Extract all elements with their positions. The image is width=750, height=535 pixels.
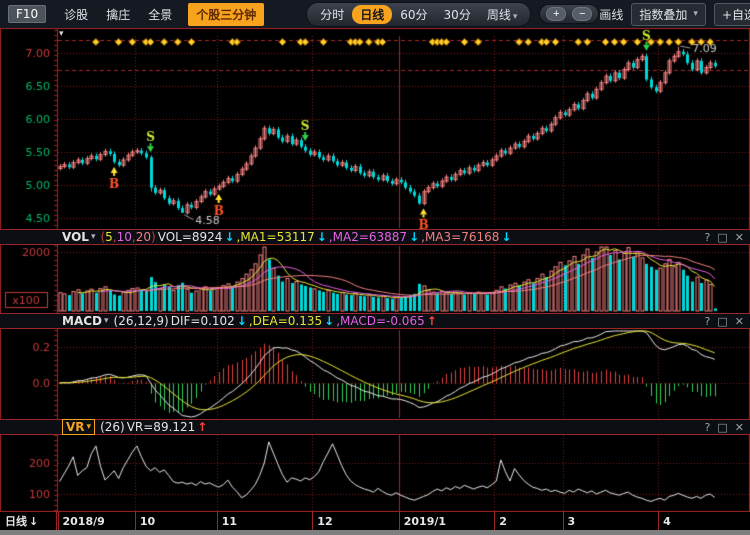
period-30min[interactable]: 30分 bbox=[436, 5, 479, 24]
maximize-icon[interactable]: □ bbox=[717, 421, 727, 434]
add-watchlist-label: +自选 bbox=[722, 6, 750, 23]
close-icon[interactable]: ✕ bbox=[735, 421, 744, 434]
tab-catch-banker[interactable]: 擒庄 bbox=[106, 6, 130, 23]
indicator-value: ,MA1=53117 bbox=[237, 230, 315, 244]
top-toolbar: F10 诊股 擒庄 全景 个股三分钟 分时 日线 60分 30分 周线▾ + −… bbox=[0, 0, 750, 28]
vr-panel-header: VR▾ (26) VR=89.121↑ ? □ ✕ bbox=[0, 419, 750, 435]
tab-diagnose-stock[interactable]: 诊股 bbox=[64, 6, 88, 23]
volume-params: (5,10,20) bbox=[100, 230, 155, 244]
period-weekly[interactable]: 周线▾ bbox=[479, 5, 526, 24]
help-icon[interactable]: ? bbox=[705, 231, 711, 244]
macd-title: MACD bbox=[62, 314, 102, 328]
trend-arrow-icon: ↑ bbox=[427, 314, 437, 328]
zoom-controls: + − bbox=[539, 4, 599, 24]
chart-canvas[interactable] bbox=[0, 28, 750, 512]
vr-indicator-dropdown[interactable]: VR▾ bbox=[62, 419, 95, 435]
index-overlay-button[interactable]: 指数叠加 ▾ bbox=[631, 3, 706, 26]
chevron-down-icon: ▾ bbox=[513, 12, 518, 22]
month-labels: 2018/9 10 11 12 2019/1 2 3 4 bbox=[57, 512, 750, 530]
trend-arrow-icon: ↓ bbox=[501, 230, 511, 244]
x-axis-label: 3 bbox=[563, 512, 576, 530]
trend-arrow-icon: ↓ bbox=[224, 230, 234, 244]
zoom-in-button[interactable]: + bbox=[546, 7, 566, 21]
time-axis: 日线↓ 2018/9 10 11 12 2019/1 2 3 4 bbox=[0, 512, 750, 530]
zoom-out-button[interactable]: − bbox=[572, 7, 592, 21]
volume-indicator-dropdown[interactable]: VOL▾ bbox=[62, 230, 95, 244]
indicator-value: ,MACD=-0.065 bbox=[336, 314, 425, 328]
stock-chart-app: F10 诊股 擒庄 全景 个股三分钟 分时 日线 60分 30分 周线▾ + −… bbox=[0, 0, 750, 535]
f10-button[interactable]: F10 bbox=[8, 5, 46, 23]
period-daily[interactable]: 日线 bbox=[352, 5, 392, 24]
x-axis-label: 10 bbox=[135, 512, 155, 530]
macd-params: (26,12,9) bbox=[114, 314, 169, 328]
x-axis-label: 4 bbox=[658, 512, 671, 530]
x-axis-label: 2 bbox=[494, 512, 507, 530]
add-watchlist-button[interactable]: +自选▾ bbox=[714, 3, 750, 26]
macd-values: DIF=0.102↓,DEA=0.135↓,MACD=-0.065↑ bbox=[169, 314, 437, 328]
indicator-param: 5 bbox=[105, 230, 113, 244]
x-axis-label: 2019/1 bbox=[399, 512, 446, 530]
maximize-icon[interactable]: □ bbox=[717, 315, 727, 328]
chevron-down-icon: ▾ bbox=[91, 232, 96, 242]
close-icon[interactable]: ✕ bbox=[735, 231, 744, 244]
vr-title: VR bbox=[66, 420, 85, 434]
indicator-value: ,MA3=76168 bbox=[421, 230, 499, 244]
period-selector: 分时 日线 60分 30分 周线▾ bbox=[306, 2, 531, 27]
close-icon[interactable]: ✕ bbox=[735, 315, 744, 328]
indicator-value: VOL=8924 bbox=[158, 230, 223, 244]
volume-title: VOL bbox=[62, 230, 89, 244]
chevron-down-icon: ▾ bbox=[87, 422, 92, 432]
period-weekly-label: 周线 bbox=[487, 8, 511, 22]
bottom-scrollbar[interactable] bbox=[0, 530, 750, 535]
indicator-value: VR=89.121 bbox=[127, 420, 196, 434]
x-axis-label: 12 bbox=[312, 512, 332, 530]
macd-indicator-dropdown[interactable]: MACD▾ bbox=[62, 314, 109, 328]
vr-values: VR=89.121↑ bbox=[125, 420, 208, 434]
trend-arrow-icon: ↓ bbox=[324, 314, 334, 328]
indicator-param: 20 bbox=[136, 230, 151, 244]
trend-arrow-icon: ↑ bbox=[197, 420, 207, 434]
macd-panel-header: MACD▾ (26,12,9) DIF=0.102↓,DEA=0.135↓,MA… bbox=[0, 313, 750, 329]
vr-params: (26) bbox=[100, 420, 125, 434]
indicator-value: DIF=0.102 bbox=[171, 314, 235, 328]
chart-area: ▾ VOL▾ (5,10,20) VOL=8924↓,MA1=53117↓,MA… bbox=[0, 28, 750, 512]
volume-panel-header: VOL▾ (5,10,20) VOL=8924↓,MA1=53117↓,MA2=… bbox=[0, 229, 750, 245]
indicator-param: 10 bbox=[117, 230, 132, 244]
timeframe-label[interactable]: 日线↓ bbox=[0, 512, 57, 530]
tab-panorama[interactable]: 全景 bbox=[148, 6, 172, 23]
period-intraday[interactable]: 分时 bbox=[312, 5, 352, 24]
indicator-dropdown-icon[interactable]: ▾ bbox=[59, 29, 64, 39]
help-icon[interactable]: ? bbox=[705, 421, 711, 434]
maximize-icon[interactable]: □ bbox=[717, 231, 727, 244]
trend-arrow-icon: ↓ bbox=[237, 314, 247, 328]
x-axis-label: 11 bbox=[217, 512, 237, 530]
x-axis-label: 2018/9 bbox=[58, 512, 105, 530]
indicator-value: ,DEA=0.135 bbox=[249, 314, 322, 328]
timeframe-text: 日线 bbox=[5, 513, 27, 529]
index-overlay-label: 指数叠加 bbox=[639, 6, 687, 23]
period-60min[interactable]: 60分 bbox=[392, 5, 435, 24]
help-icon[interactable]: ? bbox=[705, 315, 711, 328]
stock-3min-button[interactable]: 个股三分钟 bbox=[188, 3, 264, 26]
indicator-param: (26) bbox=[100, 420, 125, 434]
chevron-down-icon: ▾ bbox=[693, 9, 698, 19]
volume-values: VOL=8924↓,MA1=53117↓,MA2=63887↓,MA3=7616… bbox=[156, 230, 512, 244]
arrow-down-icon: ↓ bbox=[29, 515, 38, 528]
chevron-down-icon: ▾ bbox=[104, 316, 109, 326]
draw-line-button[interactable]: 画线 bbox=[599, 6, 623, 23]
trend-arrow-icon: ↓ bbox=[409, 230, 419, 244]
indicator-value: ,MA2=63887 bbox=[329, 230, 407, 244]
indicator-param: (26,12,9) bbox=[114, 314, 169, 328]
trend-arrow-icon: ↓ bbox=[317, 230, 327, 244]
